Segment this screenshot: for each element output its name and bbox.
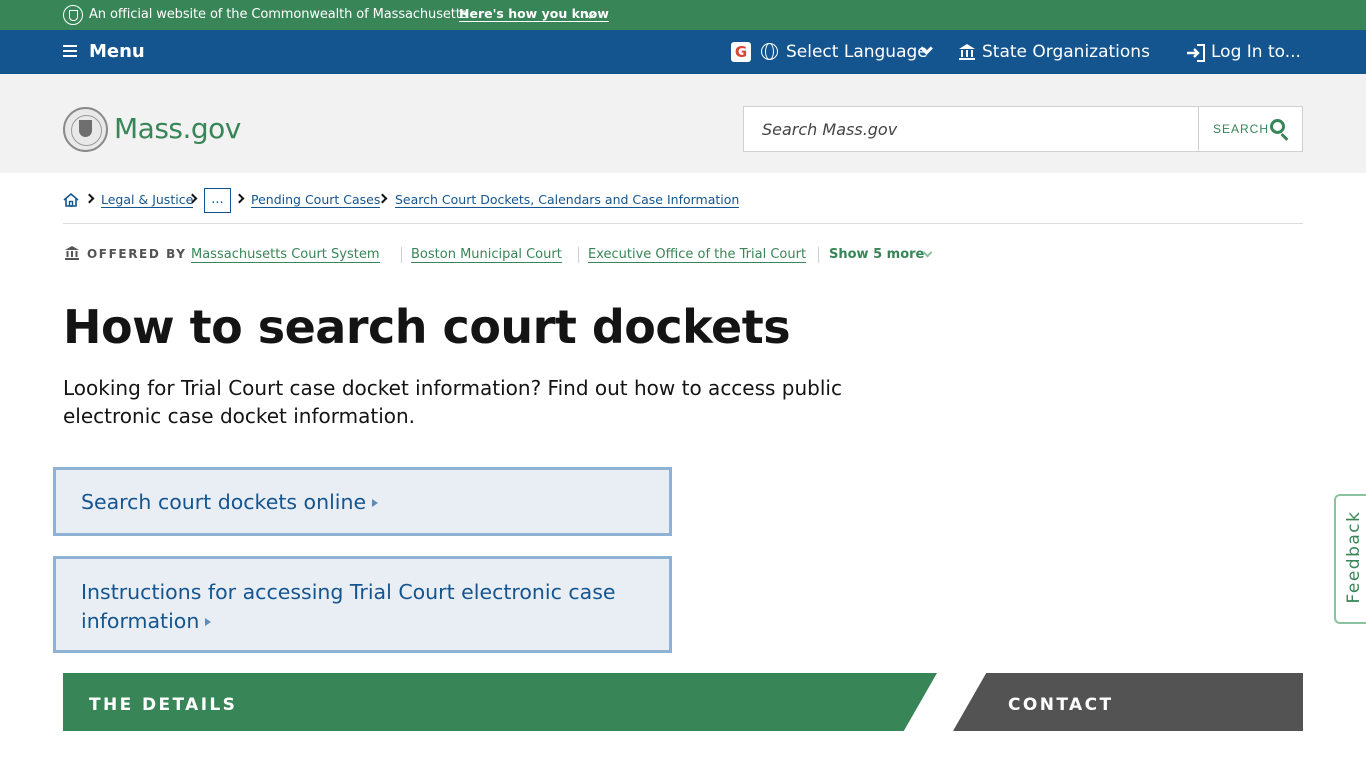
card-link-text[interactable]: Search court dockets online (81, 488, 379, 517)
divider (401, 247, 402, 263)
feedback-label: Feedback (1344, 510, 1364, 604)
building-icon (959, 44, 975, 60)
menu-button[interactable]: Menu (89, 41, 145, 62)
arrow-right-icon (372, 499, 379, 507)
org-link-court-system[interactable]: Massachusetts Court System (191, 247, 380, 263)
divider (578, 247, 579, 263)
breadcrumb-pending-court-cases[interactable]: Pending Court Cases (251, 192, 381, 208)
official-site-banner: An official website of the Commonwealth … (0, 0, 1366, 30)
breadcrumb-chevron-icon (84, 193, 95, 204)
instructions-card[interactable]: Instructions for accessing Trial Court e… (53, 556, 672, 653)
arrow-right-icon (205, 618, 212, 626)
google-translate-icon: G (731, 42, 751, 62)
globe-icon (761, 43, 778, 60)
official-site-text: An official website of the Commonwealth … (89, 7, 468, 22)
select-language-button[interactable]: Select Language (786, 42, 928, 62)
login-button[interactable]: Log In to... (1211, 42, 1301, 62)
utility-nav: Menu G Select Language State Organizatio… (0, 30, 1366, 74)
tab-the-details[interactable]: THE DETAILS (63, 673, 937, 731)
org-link-boston-municipal-court[interactable]: Boston Municipal Court (411, 247, 562, 263)
page-title: How to search court dockets (63, 300, 791, 354)
tab-contact[interactable]: CONTACT (953, 673, 1303, 731)
card-link-text[interactable]: Instructions for accessing Trial Court e… (81, 578, 641, 636)
search-button-label: SEARCH (1213, 122, 1270, 136)
search-icon (1270, 119, 1285, 134)
feedback-button[interactable]: Feedback (1334, 494, 1366, 624)
card-link-label[interactable]: Instructions for accessing Trial Court e… (81, 580, 616, 633)
tab-the-details-label: THE DETAILS (89, 695, 238, 715)
tab-contact-label: CONTACT (1008, 695, 1114, 715)
show-more-button[interactable]: Show 5 more (829, 247, 924, 262)
divider (818, 247, 819, 263)
breadcrumb-chevron-icon (234, 193, 245, 204)
search-button[interactable]: SEARCH (1198, 106, 1303, 152)
mass-gov-seal-logo[interactable] (63, 107, 108, 152)
hamburger-menu-icon[interactable] (63, 45, 77, 57)
site-header: Mass.gov SEARCH (0, 74, 1366, 173)
breadcrumb-expand-button[interactable]: ... (204, 188, 231, 213)
building-icon (65, 246, 79, 260)
card-link-label[interactable]: Search court dockets online (81, 490, 366, 514)
mass-seal-icon (63, 5, 83, 25)
org-link-trial-court[interactable]: Executive Office of the Trial Court (588, 247, 807, 263)
breadcrumb-legal-justice[interactable]: Legal & Justice (101, 192, 194, 208)
home-icon[interactable] (63, 192, 79, 208)
search-input[interactable] (743, 106, 1199, 152)
offered-by-label: OFFERED BY (87, 247, 187, 261)
breadcrumb-search-court-dockets[interactable]: Search Court Dockets, Calendars and Case… (395, 192, 740, 208)
login-icon (1187, 44, 1205, 62)
search-dockets-online-card[interactable]: Search court dockets online (53, 467, 672, 536)
state-organizations-button[interactable]: State Organizations (982, 42, 1150, 62)
mass-gov-logo-text[interactable]: Mass.gov (114, 112, 241, 145)
page-lede: Looking for Trial Court case docket info… (63, 376, 842, 428)
breadcrumb: Legal & Justice ... Pending Court Cases … (63, 188, 1303, 224)
